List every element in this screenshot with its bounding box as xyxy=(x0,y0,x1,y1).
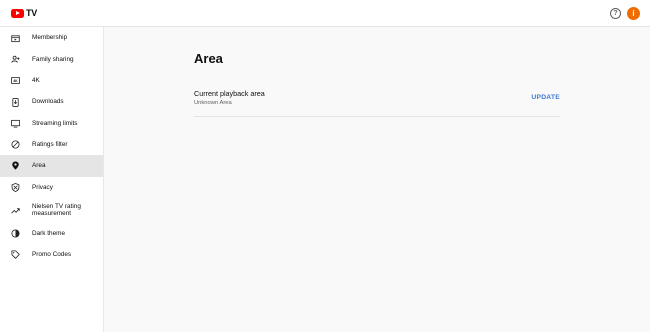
dark-theme-icon xyxy=(11,229,20,238)
sidebar-item-label: Promo Codes xyxy=(32,251,72,259)
avatar[interactable]: i xyxy=(627,7,640,20)
sidebar-item-streaming-limits[interactable]: Streaming limits xyxy=(0,113,103,134)
trending-icon xyxy=(11,206,20,215)
block-icon xyxy=(11,140,20,149)
sidebar-item-label: Dark theme xyxy=(32,229,66,237)
sidebar-item-membership[interactable]: Membership xyxy=(0,28,103,49)
logo-text: TV xyxy=(26,8,38,18)
shield-icon xyxy=(11,182,20,192)
membership-icon xyxy=(11,34,20,43)
sidebar-item-privacy[interactable]: Privacy xyxy=(0,177,103,198)
youtube-play-icon xyxy=(11,9,24,18)
page-title: Area xyxy=(194,51,223,66)
help-circle-icon[interactable]: ? xyxy=(610,8,621,19)
sidebar-item-nielsen[interactable]: Nielsen TV rating measurement xyxy=(0,198,103,223)
sidebar-item-family-sharing[interactable]: Family sharing xyxy=(0,49,103,70)
playback-area-row: Current playback area Unknown Area UPDAT… xyxy=(194,89,560,117)
svg-text:4K: 4K xyxy=(13,79,18,83)
tv-icon xyxy=(11,119,20,128)
sidebar-item-label: Privacy xyxy=(32,183,53,191)
location-pin-icon xyxy=(11,161,20,171)
sidebar-item-label: Nielsen TV rating measurement xyxy=(32,202,81,218)
setting-value: Unknown Area xyxy=(194,100,232,106)
sidebar-item-label: Family sharing xyxy=(32,55,74,63)
top-bar: TV ? i xyxy=(0,0,650,27)
downloads-icon xyxy=(11,97,20,107)
4k-icon: 4K xyxy=(11,76,20,85)
sidebar-item-label: 4K xyxy=(32,77,40,85)
sidebar-item-ratings-filter[interactable]: Ratings filter xyxy=(0,134,103,155)
sidebar-item-label: Downloads xyxy=(32,98,64,106)
settings-sidebar: Membership Family sharing 4K 4K Download… xyxy=(0,27,104,332)
sidebar-item-downloads[interactable]: Downloads xyxy=(0,91,103,112)
setting-title: Current playback area xyxy=(194,89,265,98)
sidebar-item-label: Area xyxy=(32,162,46,170)
update-button[interactable]: UPDATE xyxy=(531,94,560,101)
sidebar-item-4k[interactable]: 4K 4K xyxy=(0,70,103,91)
sidebar-item-label: Membership xyxy=(32,34,68,42)
sidebar-item-label: Ratings filter xyxy=(32,140,68,148)
youtube-tv-logo[interactable]: TV xyxy=(11,9,37,18)
sidebar-item-label: Streaming limits xyxy=(32,119,78,127)
sidebar-item-dark-theme[interactable]: Dark theme xyxy=(0,223,103,244)
tag-icon xyxy=(11,250,20,260)
sidebar-item-promo-codes[interactable]: Promo Codes xyxy=(0,244,103,265)
main-content: Area Current playback area Unknown Area … xyxy=(104,27,650,332)
sidebar-item-area[interactable]: Area xyxy=(0,155,103,177)
family-sharing-icon xyxy=(11,55,20,64)
